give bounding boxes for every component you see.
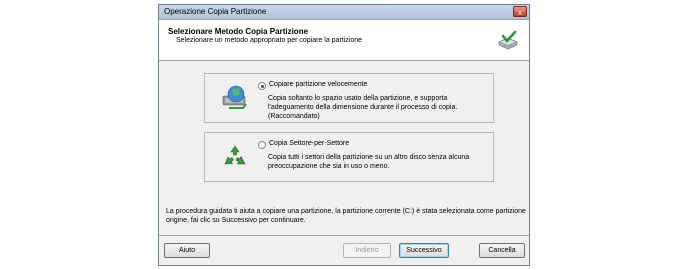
recycle-icon <box>224 145 246 165</box>
next-button[interactable]: Successivo <box>399 243 449 258</box>
help-button[interactable]: Aiuto <box>164 243 210 258</box>
disk-checkmark-icon <box>498 30 518 50</box>
title-bar[interactable]: Operazione Copia Partizione x <box>159 5 529 20</box>
back-button[interactable]: Indietro <box>343 243 391 258</box>
footer-divider <box>159 235 529 237</box>
option-fast-copy[interactable]: Copiare partizione velocemente Copia sol… <box>204 73 494 123</box>
page-subtitle: Selezionare un metodo appropriato per co… <box>176 37 363 44</box>
info-text: La procedura guidata ti aiuta a copiare … <box>166 208 526 224</box>
cancel-button[interactable]: Cancella <box>479 243 525 258</box>
option-sector-copy-description: Copia tutti i settori della partizione s… <box>268 154 470 170</box>
fast-copy-globe-icon <box>222 85 247 109</box>
wizard-header: Selezionare Metodo Copia Partizione Sele… <box>159 20 529 61</box>
radio-fast-copy[interactable] <box>258 82 266 90</box>
page-title: Selezionare Metodo Copia Partizione <box>168 27 309 36</box>
close-button[interactable]: x <box>513 6 527 17</box>
option-fast-copy-description: Copia soltanto lo spazio usato della par… <box>268 95 458 120</box>
option-fast-copy-label[interactable]: Copiare partizione velocemente <box>269 81 367 88</box>
copy-partition-window: Operazione Copia Partizione x Selezionar… <box>158 4 530 266</box>
option-sector-copy[interactable]: Copia Settore-per-Settore Copia tutti i … <box>204 132 494 182</box>
window-title: Operazione Copia Partizione <box>164 7 267 16</box>
option-sector-copy-label[interactable]: Copia Settore-per-Settore <box>269 140 349 147</box>
radio-sector-copy[interactable] <box>258 141 266 149</box>
